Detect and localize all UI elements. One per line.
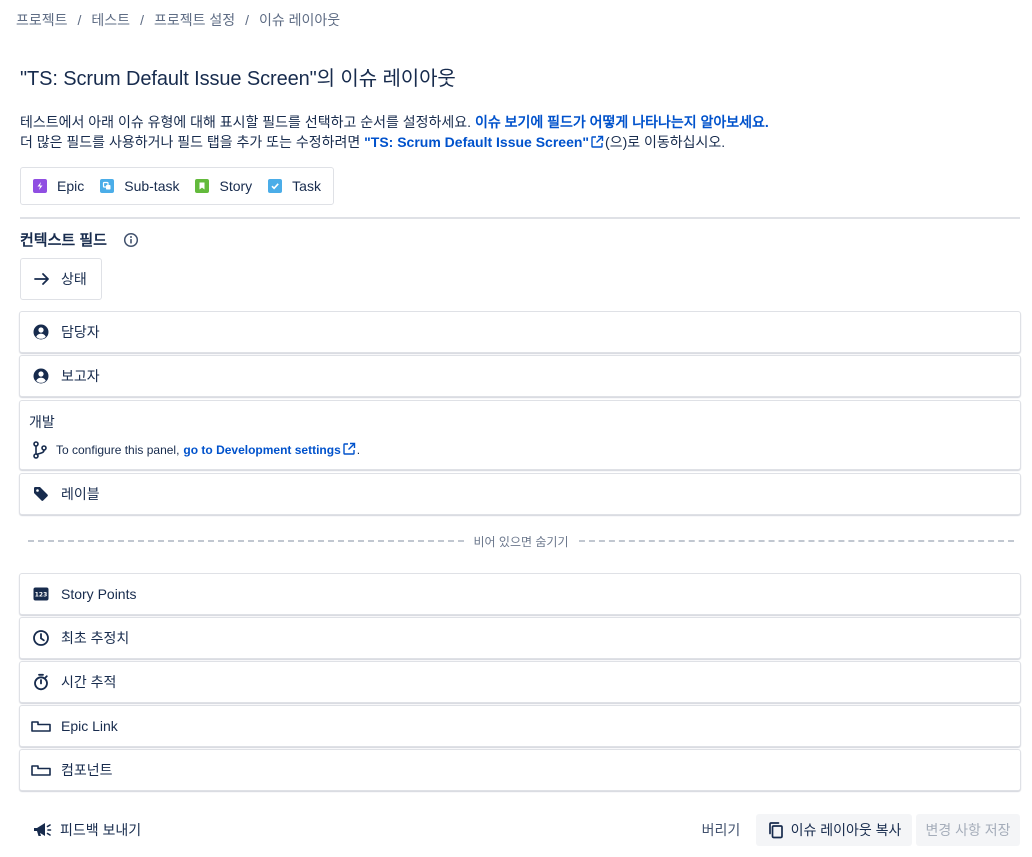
breadcrumb-item-issue-layout[interactable]: 이슈 레이아웃 xyxy=(259,10,340,30)
field-label: 최초 추정치 xyxy=(61,630,130,646)
development-suffix: . xyxy=(356,443,361,457)
issue-type-task: Task xyxy=(268,178,321,194)
dashed-line xyxy=(28,540,464,542)
learn-more-link[interactable]: 이슈 보기에 필드가 어떻게 나타나는지 알아보세요. xyxy=(475,114,769,130)
clock-icon xyxy=(31,628,51,648)
breadcrumb-separator: / xyxy=(245,12,250,28)
development-title: 개발 xyxy=(29,414,55,430)
arrow-right-icon xyxy=(33,270,51,288)
field-label: Epic Link xyxy=(61,718,118,734)
issue-type-subtask: Sub-task xyxy=(100,178,179,194)
issue-type-list: Epic Sub-task Story Task xyxy=(20,167,334,205)
feedback-label: 피드백 보내기 xyxy=(60,822,142,838)
field-row-reporter[interactable]: 보고자 xyxy=(19,355,1021,397)
issue-type-label: Sub-task xyxy=(124,178,180,194)
description-text: 더 많은 필드를 사용하거나 필드 탭을 추가 또는 수정하려면 xyxy=(20,134,365,150)
hide-when-empty-divider: 비어 있으면 숨기기 xyxy=(28,531,1014,551)
field-label: 상태 xyxy=(61,271,87,287)
field-row-time-tracking[interactable]: 시간 추적 xyxy=(19,661,1021,703)
breadcrumb-item-project[interactable]: 프로젝트 xyxy=(16,10,68,30)
save-changes-button[interactable]: 변경 사항 저장 xyxy=(916,814,1020,846)
epic-icon xyxy=(33,179,47,193)
field-row-assignee[interactable]: 담당자 xyxy=(19,311,1021,353)
page-title: "TS: Scrum Default Issue Screen"의 이슈 레이아… xyxy=(20,68,456,90)
status-field: 상태 xyxy=(20,258,102,300)
tag-icon xyxy=(31,484,51,504)
copy-icon xyxy=(767,821,785,839)
issue-type-story: Story xyxy=(195,178,252,194)
field-row-original-estimate[interactable]: 최초 추정치 xyxy=(19,617,1021,659)
stopwatch-icon xyxy=(31,672,51,692)
hide-when-empty-label: 비어 있으면 숨기기 xyxy=(473,534,569,549)
field-row-epic-link[interactable]: Epic Link xyxy=(19,705,1021,747)
copy-label: 이슈 레이아웃 복사 xyxy=(790,822,902,838)
breadcrumb-item-project-settings[interactable]: 프로젝트 설정 xyxy=(154,10,235,30)
field-label: 레이블 xyxy=(61,486,100,502)
branch-icon xyxy=(32,441,48,459)
field-label: 컴포넌트 xyxy=(61,762,113,778)
description-suffix: (으)로 이동하십시오. xyxy=(605,134,726,150)
breadcrumb-item-test[interactable]: 테스트 xyxy=(91,10,130,30)
description: 테스트에서 아래 이슈 유형에 대해 표시할 필드를 선택하고 순서를 설정하세… xyxy=(20,112,769,154)
field-row-labels[interactable]: 레이블 xyxy=(19,473,1021,515)
breadcrumb-separator: / xyxy=(77,12,82,28)
story-icon xyxy=(195,179,210,193)
development-info: To configure this panel, go to Developme… xyxy=(32,441,360,459)
field-icon xyxy=(31,760,51,780)
screen-link[interactable]: "TS: Scrum Default Issue Screen" xyxy=(364,134,589,150)
field-label: 보고자 xyxy=(61,368,100,384)
development-panel[interactable]: 개발 To configure this panel, go to Develo… xyxy=(19,400,1021,470)
development-text: To configure this panel, xyxy=(56,443,180,457)
dashed-line xyxy=(578,540,1014,542)
person-icon xyxy=(31,366,51,386)
section-divider xyxy=(20,217,1020,219)
issue-type-label: Task xyxy=(292,178,321,194)
field-label: 담당자 xyxy=(61,324,100,340)
field-row-story-points[interactable]: 123 Story Points xyxy=(19,573,1021,615)
subtask-icon xyxy=(100,179,115,193)
number-icon: 123 xyxy=(31,584,51,604)
field-row-components[interactable]: 컴포넌트 xyxy=(19,749,1021,791)
breadcrumb: 프로젝트 / 테스트 / 프로젝트 설정 / 이슈 레이아웃 xyxy=(16,10,340,30)
description-line-2: 더 많은 필드를 사용하거나 필드 탭을 추가 또는 수정하려면 "TS: Sc… xyxy=(20,132,769,154)
person-icon xyxy=(31,322,51,342)
external-link-icon xyxy=(342,442,356,459)
issue-type-label: Story xyxy=(219,178,253,194)
issue-type-epic: Epic xyxy=(33,178,84,194)
feedback-button[interactable]: 피드백 보내기 xyxy=(32,820,141,840)
megaphone-icon xyxy=(32,821,52,839)
copy-issue-layout-button[interactable]: 이슈 레이아웃 복사 xyxy=(756,814,912,846)
field-icon xyxy=(31,716,51,736)
discard-button[interactable]: 버리기 xyxy=(692,814,750,846)
svg-text:123: 123 xyxy=(35,592,48,599)
field-label: 시간 추적 xyxy=(61,674,117,690)
section-title: 컨텍스트 필드 xyxy=(20,232,107,249)
description-line-1: 테스트에서 아래 이슈 유형에 대해 표시할 필드를 선택하고 순서를 설정하세… xyxy=(20,112,769,132)
development-settings-link[interactable]: go to Development settings xyxy=(183,443,340,457)
context-fields-heading: 컨텍스트 필드 xyxy=(20,229,139,250)
field-label: Story Points xyxy=(61,586,137,602)
breadcrumb-separator: / xyxy=(140,12,144,28)
issue-type-label: Epic xyxy=(57,178,85,194)
info-icon[interactable] xyxy=(123,232,139,248)
task-icon xyxy=(268,179,283,193)
description-text: 테스트에서 아래 이슈 유형에 대해 표시할 필드를 선택하고 순서를 설정하세… xyxy=(20,114,475,130)
external-link-icon xyxy=(590,134,604,154)
